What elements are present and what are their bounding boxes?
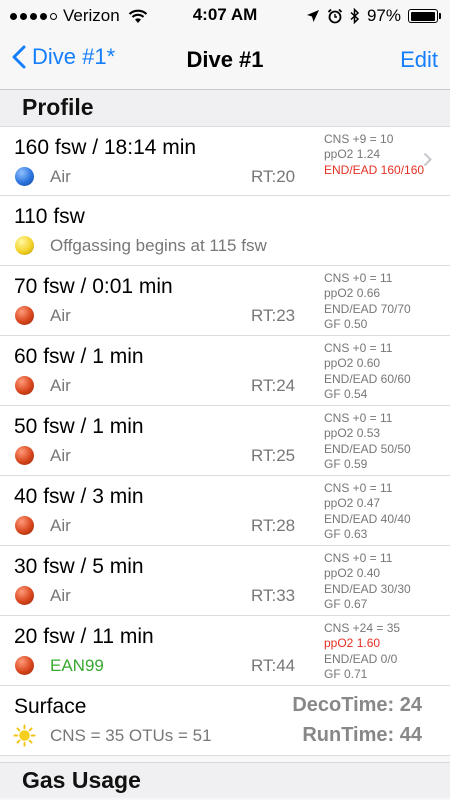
blue-dot-icon [15, 167, 34, 186]
segment-details: CNS +0 = 11 ppO2 0.66 END/EAD 70/70 GF 0.50 [324, 271, 444, 332]
battery-fill [410, 11, 435, 21]
segment-detail-line: CNS +0 = 11 [324, 551, 393, 565]
alarm-icon [327, 8, 343, 24]
segment-details: CNS +0 = 11 ppO2 0.47 END/EAD 40/40 GF 0.63 [324, 481, 444, 542]
segment-details: CNS +0 = 11 ppO2 0.40 END/EAD 30/30 GF 0.67 [324, 551, 444, 612]
red-dot-icon [15, 376, 34, 395]
segment-detail-line: ppO2 0.60 [324, 356, 381, 371]
segment-detail-line: GF 0.71 [324, 666, 368, 681]
segment-detail-line: CNS +0 = 11 [324, 271, 393, 285]
dive-segment-row[interactable]: 160 fsw / 18:14 min Air RT:20 CNS +9 = 10 pp… [0, 126, 450, 196]
segment-detail-line: CNS +0 = 11 [324, 411, 393, 425]
segment-detail-line: END/EAD 40/40 [324, 511, 411, 526]
segment-detail-line: ppO2 0.40 [324, 566, 381, 581]
segment-detail-line: CNS +24 = 35 [324, 621, 401, 635]
segment-detail-line: GF 0.59 [324, 456, 368, 471]
segment-detail-line: GF 0.54 [324, 386, 368, 401]
location-icon [306, 10, 319, 22]
segment-depth-time: 30 fsw / 5 min [14, 555, 144, 578]
battery-icon [408, 9, 441, 23]
segment-detail-line: CNS +0 = 11 [324, 341, 393, 355]
section-header-gas-usage: Gas Usage [0, 762, 450, 798]
surface-row[interactable]: Surface CNS = 35 OTUs = 51 DecoTime: 24 … [0, 686, 450, 756]
segment-detail-line: ppO2 0.66 [324, 286, 381, 301]
segment-depth-time: 60 fsw / 1 min [14, 345, 144, 368]
battery-percent: 97% [366, 6, 401, 25]
segment-detail-line: ppO2 1.60 [324, 636, 381, 651]
navigation-bar: Dive #1* Dive #1 Edit [0, 32, 450, 90]
dive-segment-row[interactable]: 110 fsw Offgassing begins at 115 fsw [0, 196, 450, 266]
red-dot-icon [15, 586, 34, 605]
segment-depth-time: 40 fsw / 3 min [14, 485, 144, 508]
segment-detail-line: GF 0.50 [324, 316, 368, 331]
segment-detail-line: END/EAD 30/30 [324, 581, 411, 596]
segment-depth-time: 70 fsw / 0:01 min [14, 275, 173, 298]
segment-gas: Offgassing begins at 115 fsw [50, 236, 267, 255]
segment-gas: Air [50, 376, 71, 395]
profile-list: 160 fsw / 18:14 min Air RT:20 CNS +9 = 10 pp… [0, 126, 450, 756]
red-dot-icon [15, 516, 34, 535]
segment-depth-time: 160 fsw / 18:14 min [14, 136, 197, 159]
run-time: RunTime: 44 [302, 724, 422, 746]
segment-runtime: RT:28 [251, 516, 296, 535]
dive-segment-row[interactable]: 40 fsw / 3 min Air RT:28 CNS +0 = 11 ppO2 0.… [0, 476, 450, 546]
segment-detail-line: ppO2 0.47 [324, 496, 381, 511]
red-dot-icon [15, 446, 34, 465]
segment-runtime: RT:44 [251, 656, 296, 675]
segment-detail-line: ppO2 0.53 [324, 426, 381, 441]
dive-segment-row[interactable]: 70 fsw / 0:01 min Air RT:23 CNS +0 = 11 ppO2… [0, 266, 450, 336]
segment-detail-line: CNS +0 = 11 [324, 481, 393, 495]
yellow-dot-icon [15, 236, 34, 255]
segment-detail-line: GF 0.63 [324, 526, 368, 541]
segment-gas: EAN99 [50, 656, 104, 675]
segment-gas: Air [50, 446, 71, 465]
segment-depth-time: 50 fsw / 1 min [14, 415, 144, 438]
segment-details: CNS +0 = 11 ppO2 0.60 END/EAD 60/60 GF 0.54 [324, 341, 444, 402]
segment-runtime: RT:24 [251, 376, 296, 395]
red-dot-icon [15, 306, 34, 325]
segment-depth-time: 20 fsw / 11 min [14, 625, 154, 648]
bluetooth-icon [350, 8, 360, 24]
deco-time: DecoTime: 24 [292, 694, 422, 716]
segment-gas: Air [50, 516, 71, 535]
segment-detail-line: END/EAD 70/70 [324, 301, 411, 316]
status-bar: Verizon 4:07 AM 97% [0, 0, 450, 32]
dive-segment-row[interactable]: 60 fsw / 1 min Air RT:24 CNS +0 = 11 ppO2 0.… [0, 336, 450, 406]
segment-detail-line: END/EAD 0/0 [324, 651, 398, 666]
segment-detail-line: GF 0.67 [324, 596, 368, 611]
section-header-profile: Profile [0, 90, 450, 126]
sun-icon [13, 724, 36, 747]
dive-segment-row[interactable]: 20 fsw / 11 min EAN99 RT:44 CNS +24 = 35 ppO… [0, 616, 450, 686]
segment-gas: Air [50, 586, 71, 605]
dive-segment-row[interactable]: 30 fsw / 5 min Air RT:33 CNS +0 = 11 ppO2 0.… [0, 546, 450, 616]
page-title: Dive #1 [186, 47, 264, 72]
segment-details: CNS +24 = 35 ppO2 1.60 END/EAD 0/0 GF 0.71 [324, 621, 444, 682]
chevron-right-icon [423, 152, 432, 167]
segment-depth-time: 110 fsw [14, 205, 85, 228]
segment-detail-line: END/EAD 50/50 [324, 441, 411, 456]
segment-gas: Air [50, 306, 71, 325]
surface-title: Surface [14, 695, 87, 718]
segment-gas: Air [50, 167, 71, 186]
status-indicators: 97% [306, 6, 441, 26]
segment-detail-line: CNS +9 = 10 [324, 132, 394, 146]
segment-runtime: RT:25 [251, 446, 296, 465]
dive-segment-row[interactable]: 50 fsw / 1 min Air RT:25 CNS +0 = 11 ppO2 0.… [0, 406, 450, 476]
segment-details: CNS +0 = 11 ppO2 0.53 END/EAD 50/50 GF 0.59 [324, 411, 444, 472]
segment-runtime: RT:20 [251, 167, 296, 186]
red-dot-icon [15, 656, 34, 675]
segment-runtime: RT:23 [251, 306, 296, 325]
segment-runtime: RT:33 [251, 586, 296, 605]
segment-detail-line: END/EAD 60/60 [324, 371, 411, 386]
edit-button[interactable]: Edit [400, 47, 438, 73]
surface-summary: CNS = 35 OTUs = 51 [50, 726, 212, 745]
